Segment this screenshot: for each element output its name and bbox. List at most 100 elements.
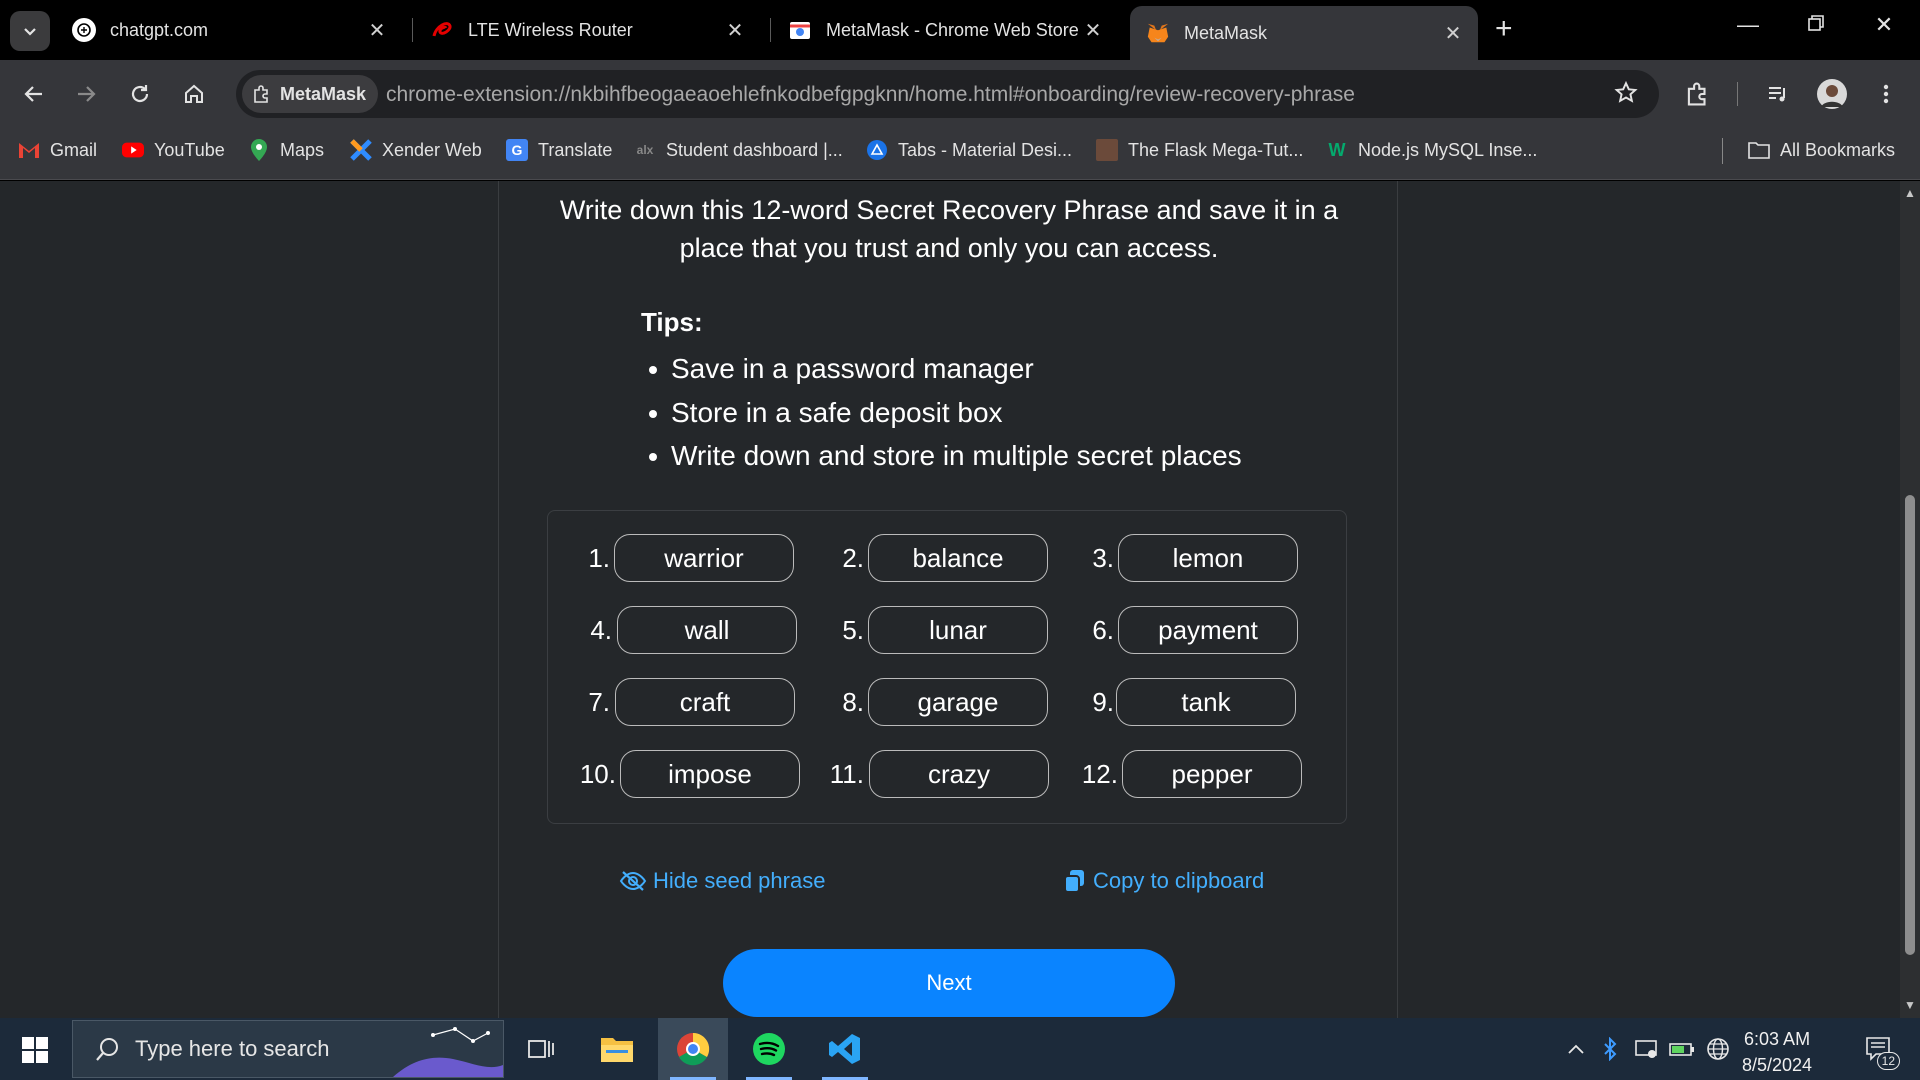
scroll-up-icon[interactable]: ▲ [1904, 187, 1916, 199]
chevron-down-icon [24, 28, 36, 36]
minimize-button[interactable]: — [1728, 12, 1768, 38]
tab-title: LTE Wireless Router [468, 19, 633, 40]
windows-logo-icon [22, 1037, 48, 1063]
translate-icon: G [506, 139, 528, 161]
folder-icon [1748, 139, 1770, 161]
word-number: 6. [1092, 615, 1114, 645]
word-number: 3. [1092, 543, 1114, 573]
bookmark-student-dashboard[interactable]: alx Student dashboard |... [634, 128, 843, 172]
folder-icon [601, 1038, 633, 1062]
toolbar-separator [1737, 82, 1738, 106]
chrome-app[interactable] [658, 1018, 728, 1080]
bookmark-star-button[interactable] [1613, 80, 1639, 111]
page-scrollbar[interactable]: ▲ ▼ [1900, 181, 1920, 1018]
bookmarks-bar: Gmail YouTube Maps Xender Web G Translat… [0, 128, 1920, 180]
new-tab-button[interactable]: + [1495, 14, 1513, 44]
scroll-down-icon[interactable]: ▼ [1904, 999, 1916, 1011]
material-icon [866, 139, 888, 161]
monitor-icon [1635, 1040, 1657, 1058]
more-vertical-icon [1883, 84, 1889, 104]
tab-search-button[interactable] [10, 11, 50, 51]
forward-button[interactable] [66, 74, 106, 114]
all-bookmarks-button[interactable]: All Bookmarks [1748, 128, 1895, 172]
site-chip-label: MetaMask [280, 83, 367, 104]
bookmark-youtube[interactable]: YouTube [122, 128, 225, 172]
phrase-row: 10. impose 11. crazy 12. pepper [548, 750, 1348, 798]
show-hidden-icons-button[interactable] [1562, 1018, 1590, 1080]
page-content: Write down this 12-word Secret Recovery … [0, 181, 1900, 1018]
battery-tray-icon[interactable] [1666, 1018, 1698, 1080]
tips-title: Tips: [641, 307, 703, 337]
close-icon[interactable]: ✕ [1442, 21, 1464, 46]
profile-avatar[interactable] [1812, 74, 1852, 114]
search-placeholder: Type here to search [135, 1036, 330, 1061]
home-button[interactable] [174, 74, 214, 114]
hide-seed-phrase-button[interactable]: Hide seed phrase [619, 866, 825, 896]
word-number: 11. [829, 759, 864, 789]
start-button[interactable] [14, 1032, 56, 1068]
tab-metamask-web-store[interactable]: MetaMask - Chrome Web Store ✕ [772, 7, 1118, 53]
avatar-icon [1817, 79, 1847, 109]
bookmark-label: Tabs - Material Desi... [898, 139, 1073, 160]
tray-app-icon[interactable] [1630, 1018, 1662, 1080]
tab-metamask[interactable]: MetaMask ✕ [1130, 6, 1478, 60]
phrase-word: crazy [869, 750, 1049, 798]
taskbar-search-box[interactable]: Type here to search [72, 1020, 504, 1078]
search-highlight-constellation-icon [393, 1027, 503, 1077]
restore-button[interactable] [1796, 12, 1836, 38]
close-icon[interactable]: ✕ [724, 18, 746, 43]
flask-icon [1096, 139, 1118, 161]
word-number: 12. [1081, 759, 1118, 789]
notification-center-button[interactable]: 12 [1856, 1018, 1902, 1080]
back-button[interactable] [14, 74, 54, 114]
extensions-button[interactable] [1678, 74, 1718, 114]
tab-lte-router[interactable]: LTE Wireless Router ✕ [414, 7, 760, 53]
close-icon[interactable]: ✕ [366, 18, 388, 43]
phrase-word: tank [1116, 678, 1296, 726]
queue-music-icon [1769, 87, 1785, 102]
clock-time: 6:03 AM [1744, 1029, 1811, 1049]
bookmark-nodejs-mysql[interactable]: W Node.js MySQL Inse... [1326, 128, 1538, 172]
phrase-row: 4. wall 5. lunar 6. payment [548, 606, 1348, 654]
phrase-row: 1. warrior 2. balance 3. lemon [548, 534, 1348, 582]
bookmark-maps[interactable]: Maps [248, 128, 324, 172]
word-number: 5. [842, 615, 864, 645]
url-text[interactable]: chrome-extension://nkbihfbeogaeaoehlefnk… [386, 83, 1355, 107]
media-controls-button[interactable] [1758, 74, 1798, 114]
bookmark-material-tabs[interactable]: Tabs - Material Desi... [866, 128, 1072, 172]
scrollbar-thumb[interactable] [1905, 495, 1915, 955]
restore-icon [1808, 15, 1824, 31]
file-explorer-app[interactable] [582, 1018, 652, 1080]
address-bar[interactable]: MetaMask chrome-extension://nkbihfbeogae… [236, 70, 1659, 118]
bluetooth-tray-icon[interactable] [1596, 1018, 1624, 1080]
tip-item: Save in a password manager [649, 347, 1242, 391]
network-tray-icon[interactable] [1702, 1018, 1734, 1080]
tab-chatgpt[interactable]: chatgpt.com ✕ [56, 7, 402, 53]
battery-charging-icon [1669, 1043, 1694, 1056]
bookmark-label: Gmail [50, 139, 98, 160]
next-button[interactable]: Next [723, 949, 1175, 1017]
bookmark-gmail[interactable]: Gmail [18, 128, 97, 172]
phrase-word: pepper [1122, 750, 1302, 798]
taskbar-clock[interactable]: 6:03 AM 8/5/2024 [1742, 1026, 1812, 1078]
task-view-icon [528, 1040, 554, 1058]
bookmark-flask[interactable]: The Flask Mega-Tut... [1096, 128, 1303, 172]
bookmark-label: Node.js MySQL Inse... [1358, 139, 1538, 160]
reload-button[interactable] [120, 74, 160, 114]
spotify-app[interactable] [734, 1018, 804, 1080]
tab-separator [412, 18, 413, 42]
close-window-button[interactable]: ✕ [1864, 12, 1904, 38]
task-view-button[interactable] [506, 1018, 576, 1080]
vscode-app[interactable] [810, 1018, 880, 1080]
word-number: 10. [579, 759, 616, 789]
chrome-menu-button[interactable] [1866, 74, 1906, 114]
bookmark-xender[interactable]: Xender Web [350, 128, 482, 172]
site-info-chip[interactable]: MetaMask [242, 75, 379, 113]
copy-to-clipboard-button[interactable]: Copy to clipboard [1063, 866, 1264, 896]
bookmark-translate[interactable]: G Translate [506, 128, 612, 172]
youtube-icon [122, 139, 144, 161]
tip-item: Store in a safe deposit box [649, 391, 1242, 435]
phrase-word: garage [868, 678, 1048, 726]
arrow-right-icon [78, 86, 96, 102]
close-icon[interactable]: ✕ [1082, 18, 1104, 43]
